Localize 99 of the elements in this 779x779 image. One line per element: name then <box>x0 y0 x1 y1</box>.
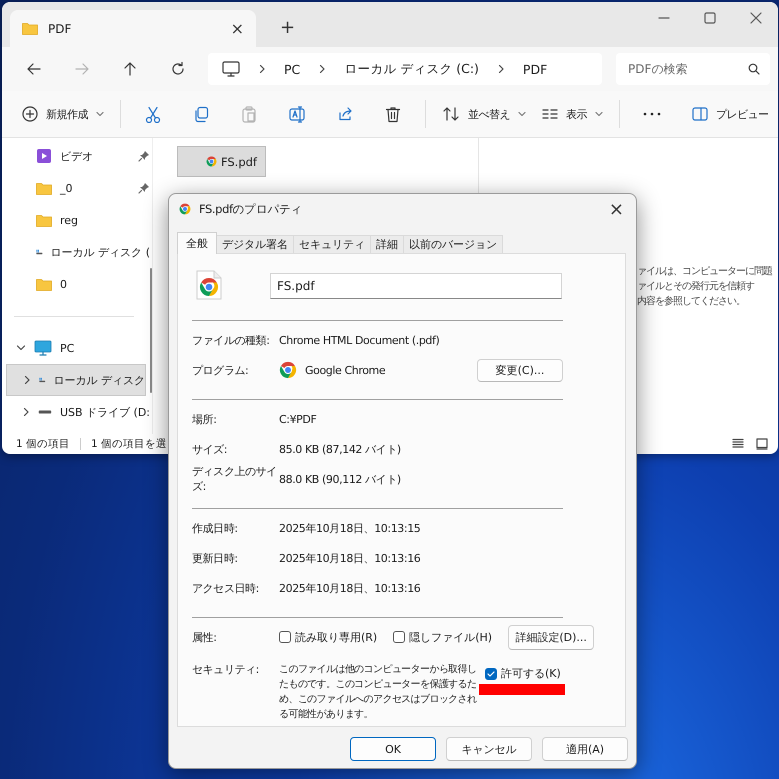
dialog-tab[interactable]: 詳細 <box>370 235 404 253</box>
property-label: サイズ: <box>192 442 228 456</box>
preview-button[interactable]: プレビュー <box>684 98 776 130</box>
property-value: C:¥PDF <box>279 412 316 426</box>
check-icon <box>487 670 495 678</box>
property-value: 2025年10月18日、10:13:16 <box>279 580 420 596</box>
monitor-icon <box>222 61 240 77</box>
dialog-tab[interactable]: デジタル署名 <box>216 235 294 253</box>
item-count: 1 個の項目 <box>16 437 70 451</box>
dialog-tab[interactable]: 以前のバージョン <box>403 235 503 253</box>
property-label: ディスク上のサイズ: <box>192 464 278 494</box>
address-bar[interactable]: PC ローカル ディスク (C:) PDF <box>208 53 602 85</box>
close-icon[interactable] <box>750 12 762 24</box>
dialog-tab[interactable]: 全般 <box>177 232 217 254</box>
change-button[interactable]: 変更(C)... <box>477 358 563 382</box>
new-button[interactable]: 新規作成 <box>14 98 112 130</box>
property-value: Google Chrome <box>305 364 386 376</box>
chevron-right-icon <box>318 64 326 74</box>
file-name-field[interactable]: FS.pdf <box>270 273 562 299</box>
sidebar-item[interactable]: USB ドライブ (D: <box>2 396 150 428</box>
maximize-icon[interactable] <box>704 12 716 24</box>
plus-circle-icon <box>22 106 38 122</box>
checkbox[interactable]: 隠しファイル(H) <box>393 630 492 644</box>
pin-icon <box>138 182 150 194</box>
details-view-icon[interactable] <box>732 438 744 449</box>
property-value: 2025年10月18日、10:13:16 <box>279 550 420 566</box>
tiles-view-icon[interactable] <box>756 438 768 450</box>
property-value: 85.0 KB (87,142 バイト) <box>279 442 401 456</box>
share-icon[interactable] <box>337 106 353 122</box>
tab-close-button[interactable]: × <box>230 19 244 38</box>
window-tab[interactable]: PDF × <box>10 10 256 47</box>
breadcrumb-item[interactable]: ローカル ディスク (C:) <box>344 60 479 78</box>
sidebar-item[interactable]: reg <box>2 204 150 236</box>
property-label: 場所: <box>192 412 218 426</box>
property-label: アクセス日時: <box>192 580 260 596</box>
dialog-title: FS.pdfのプロパティ <box>199 202 304 216</box>
sidebar-item[interactable]: ローカル ディスク ( <box>2 236 150 268</box>
refresh-icon[interactable] <box>170 61 186 77</box>
property-value: 88.0 KB (90,112 バイト) <box>279 472 401 486</box>
sidebar-item[interactable]: ローカル ディスク <box>6 364 146 396</box>
property-value: Chrome HTML Document (.pdf) <box>279 334 440 346</box>
sort-icon <box>442 106 460 122</box>
search-input[interactable]: PDFの検索 <box>626 61 748 77</box>
property-label: 属性: <box>192 630 218 644</box>
list-lines-icon <box>542 108 558 120</box>
breadcrumb-item[interactable]: PC <box>284 62 300 76</box>
new-tab-button[interactable]: + <box>274 16 302 39</box>
folder-icon <box>36 278 52 290</box>
search-icon <box>748 63 760 75</box>
chevron-right-icon <box>258 64 266 74</box>
pin-icon <box>138 150 150 162</box>
breadcrumb-item[interactable]: PDF <box>522 62 548 76</box>
sidebar-item[interactable]: 0 <box>2 268 150 300</box>
chevron-right-icon <box>496 64 505 74</box>
sidebar-item[interactable]: ビデオ <box>2 140 150 172</box>
dialog-button[interactable]: 適用(A) <box>542 737 628 761</box>
copy-icon[interactable] <box>193 106 209 122</box>
property-label: セキュリティ: <box>192 662 260 677</box>
pdf-file-icon <box>206 156 217 167</box>
property-value: 2025年10月18日、10:13:15 <box>279 520 420 536</box>
security-message: このファイルは他のコンピューターから取得したものです。このコンピューターを保護するため、このファイルへのアクセスはブロックされる可能性があります。 <box>279 663 478 722</box>
folder-icon <box>36 182 52 194</box>
checkbox[interactable]: 許可する(K) <box>485 666 561 681</box>
property-label: 更新日時: <box>192 550 239 566</box>
search-field[interactable]: PDFの検索 <box>616 53 770 85</box>
caret-icon <box>518 111 526 117</box>
chevron-down-icon <box>16 344 26 352</box>
property-label: プログラム: <box>192 362 250 378</box>
folder-icon <box>22 22 38 35</box>
dialog-tab[interactable]: セキュリティ <box>293 235 371 253</box>
video-icon <box>36 148 52 164</box>
sidebar-item[interactable]: _0 <box>2 172 150 204</box>
scissors-icon[interactable] <box>145 106 161 122</box>
property-label: ファイルの種類: <box>192 332 271 348</box>
selection-count: 1 個の項目を選 <box>91 437 168 451</box>
folder-icon <box>36 214 52 226</box>
trash-icon[interactable] <box>385 106 401 122</box>
checkbox[interactable]: 読み取り専用(R) <box>279 630 378 644</box>
advanced-button[interactable]: 詳細設定(D)... <box>508 624 594 650</box>
rename-icon[interactable] <box>289 106 305 122</box>
chrome-icon <box>179 203 191 215</box>
more-icon[interactable] <box>643 112 661 116</box>
view-button[interactable]: 表示 <box>534 98 611 130</box>
close-button[interactable]: × <box>606 198 626 220</box>
sort-button[interactable]: 並べ替え <box>434 98 534 130</box>
preview-pane-icon <box>692 107 708 121</box>
sidebar-item[interactable]: PC <box>2 332 150 364</box>
caret-icon <box>96 111 104 117</box>
dialog-button[interactable]: キャンセル <box>446 737 532 761</box>
caret-icon <box>595 111 603 117</box>
property-label: 作成日時: <box>192 520 239 536</box>
monitor-icon <box>34 340 52 356</box>
scrollbar[interactable] <box>150 268 152 393</box>
back-icon[interactable] <box>26 61 42 77</box>
chrome-document-icon <box>196 270 222 300</box>
dialog-button[interactable]: OK <box>350 737 436 761</box>
up-icon[interactable] <box>122 61 138 77</box>
file-item[interactable]: FS.pdf <box>177 146 266 177</box>
chrome-icon <box>279 361 297 379</box>
